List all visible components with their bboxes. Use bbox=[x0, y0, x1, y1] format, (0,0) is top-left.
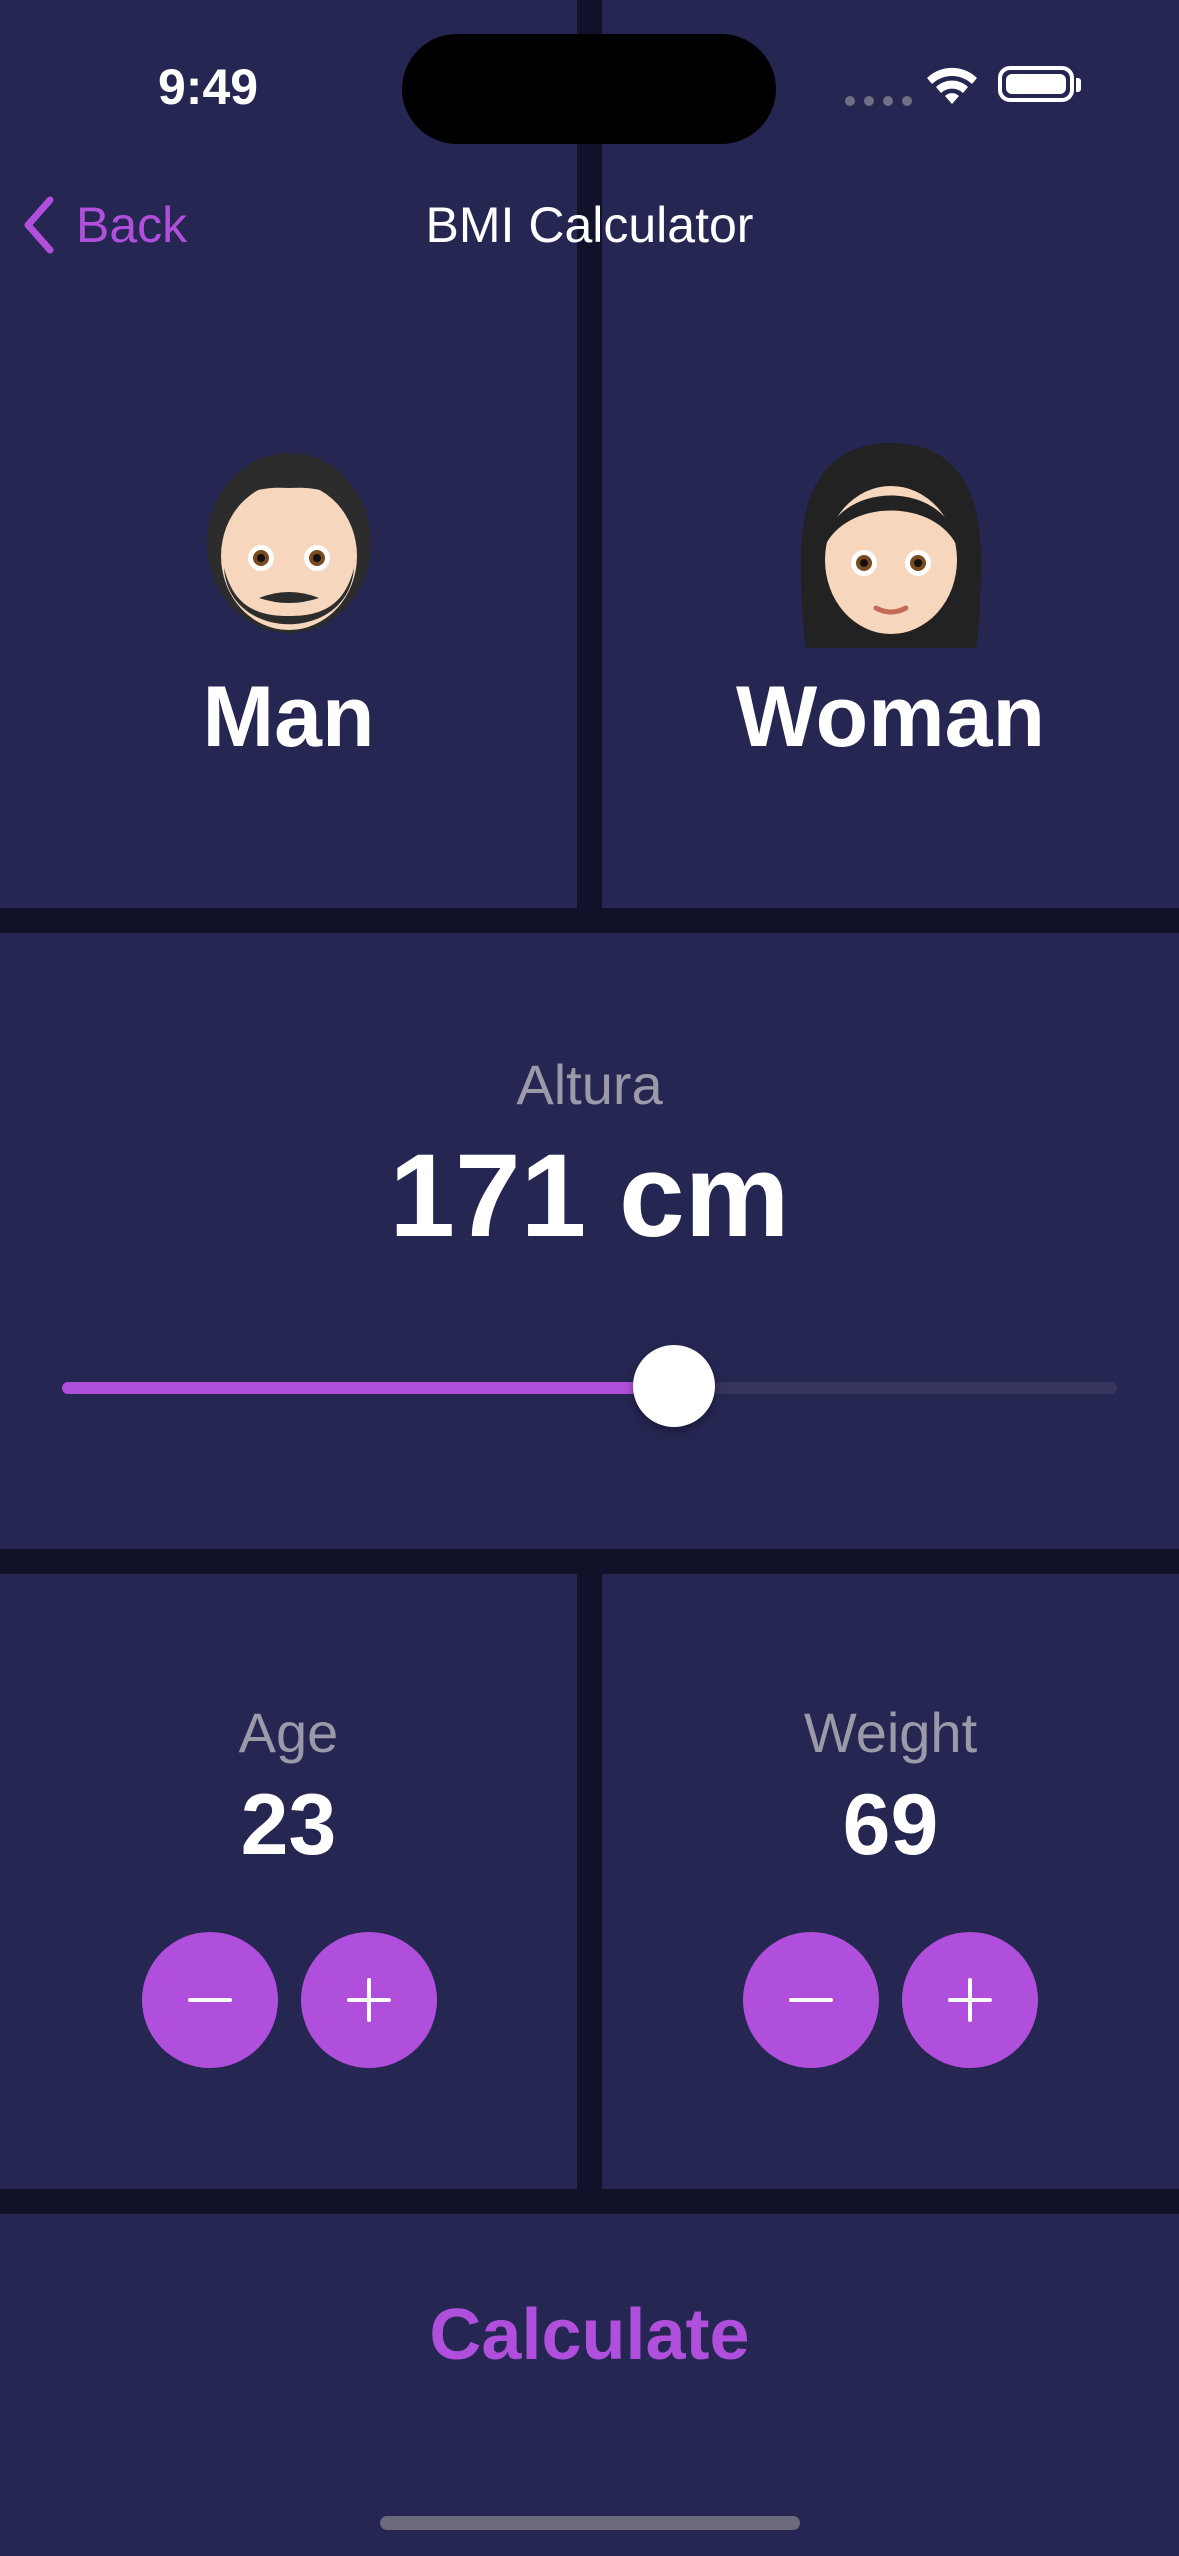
calculate-button[interactable]: Calculate bbox=[0, 2294, 1179, 2376]
gender-man-option[interactable]: Man bbox=[0, 438, 577, 798]
cellular-signal-icon bbox=[845, 96, 912, 106]
weight-decrement-button[interactable] bbox=[743, 1932, 879, 2068]
calculate-panel[interactable] bbox=[0, 2214, 1179, 2556]
gender-woman-option[interactable]: Woman bbox=[602, 438, 1179, 798]
height-label: Altura bbox=[516, 1053, 663, 1116]
minus-icon bbox=[789, 1998, 833, 2002]
weight-card bbox=[602, 1574, 1179, 2189]
weight-increment-button[interactable] bbox=[902, 1932, 1038, 2068]
gender-man-label: Man bbox=[202, 669, 375, 765]
battery-tip bbox=[1076, 78, 1081, 92]
home-indicator bbox=[380, 2516, 800, 2530]
height-slider-track[interactable] bbox=[62, 1382, 1117, 1394]
gender-woman-label: Woman bbox=[736, 669, 1045, 765]
weight-value: 69 bbox=[842, 1777, 939, 1873]
height-slider-fill bbox=[62, 1382, 674, 1394]
height-slider-thumb[interactable] bbox=[633, 1345, 715, 1427]
battery-icon bbox=[998, 66, 1074, 102]
age-increment-button[interactable] bbox=[301, 1932, 437, 2068]
page-title: BMI Calculator bbox=[425, 197, 754, 253]
age-label: Age bbox=[238, 1701, 339, 1764]
wifi-icon bbox=[927, 67, 977, 104]
status-time: 9:49 bbox=[158, 59, 259, 115]
age-card bbox=[0, 1574, 577, 2189]
plus-icon bbox=[347, 1978, 391, 2022]
age-value: 23 bbox=[240, 1777, 337, 1873]
dynamic-island bbox=[402, 34, 776, 144]
plus-icon bbox=[948, 1978, 992, 2022]
height-value: 171 cm bbox=[389, 1130, 790, 1262]
weight-label: Weight bbox=[803, 1701, 978, 1764]
age-decrement-button[interactable] bbox=[142, 1932, 278, 2068]
woman-emoji-icon bbox=[800, 443, 981, 648]
minus-icon bbox=[188, 1998, 232, 2002]
man-emoji-icon bbox=[206, 453, 371, 633]
